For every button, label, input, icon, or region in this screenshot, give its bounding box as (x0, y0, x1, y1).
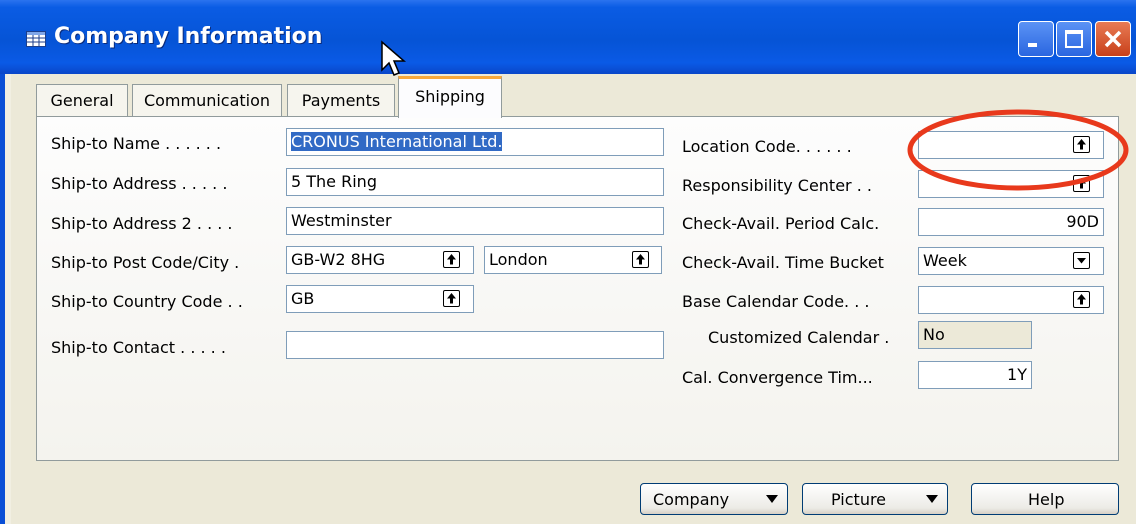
lookup-arrow-icon (636, 254, 645, 265)
close-button[interactable] (1095, 21, 1131, 57)
maximize-button[interactable] (1056, 21, 1092, 57)
check-avail-time-bucket-label: Check-Avail. Time Bucket (682, 253, 884, 272)
annotation-ellipse (907, 109, 1129, 191)
tab-communication[interactable]: Communication (132, 84, 282, 116)
mouse-cursor-icon (381, 40, 407, 76)
dropdown-icon (1077, 258, 1086, 264)
customized-calendar-value: No (918, 321, 1032, 349)
ship-to-country-code-label: Ship-to Country Code . . (51, 292, 243, 311)
company-button[interactable]: Company (640, 483, 788, 515)
lookup-arrow-icon (1077, 294, 1086, 305)
minimize-button[interactable] (1018, 21, 1054, 57)
cal-convergence-field[interactable]: 1Y (918, 361, 1032, 389)
company-information-window: Company Information General Communicatio… (0, 0, 1136, 524)
ship-to-name-field[interactable]: CRONUS International Ltd. (286, 128, 664, 156)
customized-calendar-label: Customized Calendar . (708, 328, 890, 347)
window-title: Company Information (54, 24, 323, 49)
help-button[interactable]: Help (971, 483, 1119, 515)
post-code-lookup-button[interactable] (443, 251, 460, 268)
tab-payments[interactable]: Payments (287, 84, 395, 116)
ship-to-contact-field[interactable] (286, 331, 664, 359)
ship-to-address-label: Ship-to Address . . . . . (51, 174, 228, 193)
cal-convergence-label: Cal. Convergence Tim... (682, 368, 873, 387)
time-bucket-dropdown-button[interactable] (1073, 252, 1090, 269)
responsibility-center-label: Responsibility Center . . (682, 176, 872, 195)
help-button-label: Help (1028, 490, 1065, 509)
check-avail-period-calc-field[interactable]: 90D (918, 208, 1104, 236)
picture-button-label: Picture (831, 490, 887, 509)
company-button-label: Company (653, 490, 730, 509)
ship-to-contact-label: Ship-to Contact . . . . . (51, 338, 226, 357)
chevron-down-icon (926, 495, 938, 503)
city-lookup-button[interactable] (632, 251, 649, 268)
base-calendar-lookup-button[interactable] (1073, 291, 1090, 308)
base-calendar-code-label: Base Calendar Code. . . (682, 292, 870, 311)
lookup-arrow-icon (447, 293, 456, 304)
ship-to-address-field[interactable]: 5 The Ring (286, 168, 664, 196)
picture-button[interactable]: Picture (802, 483, 948, 515)
lookup-arrow-icon (447, 254, 456, 265)
window-border-inner (5, 74, 11, 524)
country-code-lookup-button[interactable] (443, 290, 460, 307)
tab-general[interactable]: General (36, 84, 128, 116)
ship-to-address-2-label: Ship-to Address 2 . . . . (51, 214, 233, 233)
ship-to-address-2-field[interactable]: Westminster (286, 207, 664, 235)
location-code-label: Location Code. . . . . . (682, 137, 852, 156)
ship-to-name-label: Ship-to Name . . . . . . (51, 134, 222, 153)
minimize-icon (1028, 43, 1037, 47)
table-icon (26, 31, 46, 47)
ship-to-name-value: CRONUS International Ltd. (291, 132, 503, 151)
maximize-icon (1065, 30, 1083, 48)
ship-to-post-code-city-label: Ship-to Post Code/City . (51, 253, 240, 272)
tab-shipping[interactable]: Shipping (398, 76, 502, 118)
check-avail-period-calc-label: Check-Avail. Period Calc. (682, 214, 880, 233)
chevron-down-icon (766, 495, 778, 503)
close-icon (1104, 30, 1122, 48)
title-bar[interactable]: Company Information (0, 0, 1136, 74)
